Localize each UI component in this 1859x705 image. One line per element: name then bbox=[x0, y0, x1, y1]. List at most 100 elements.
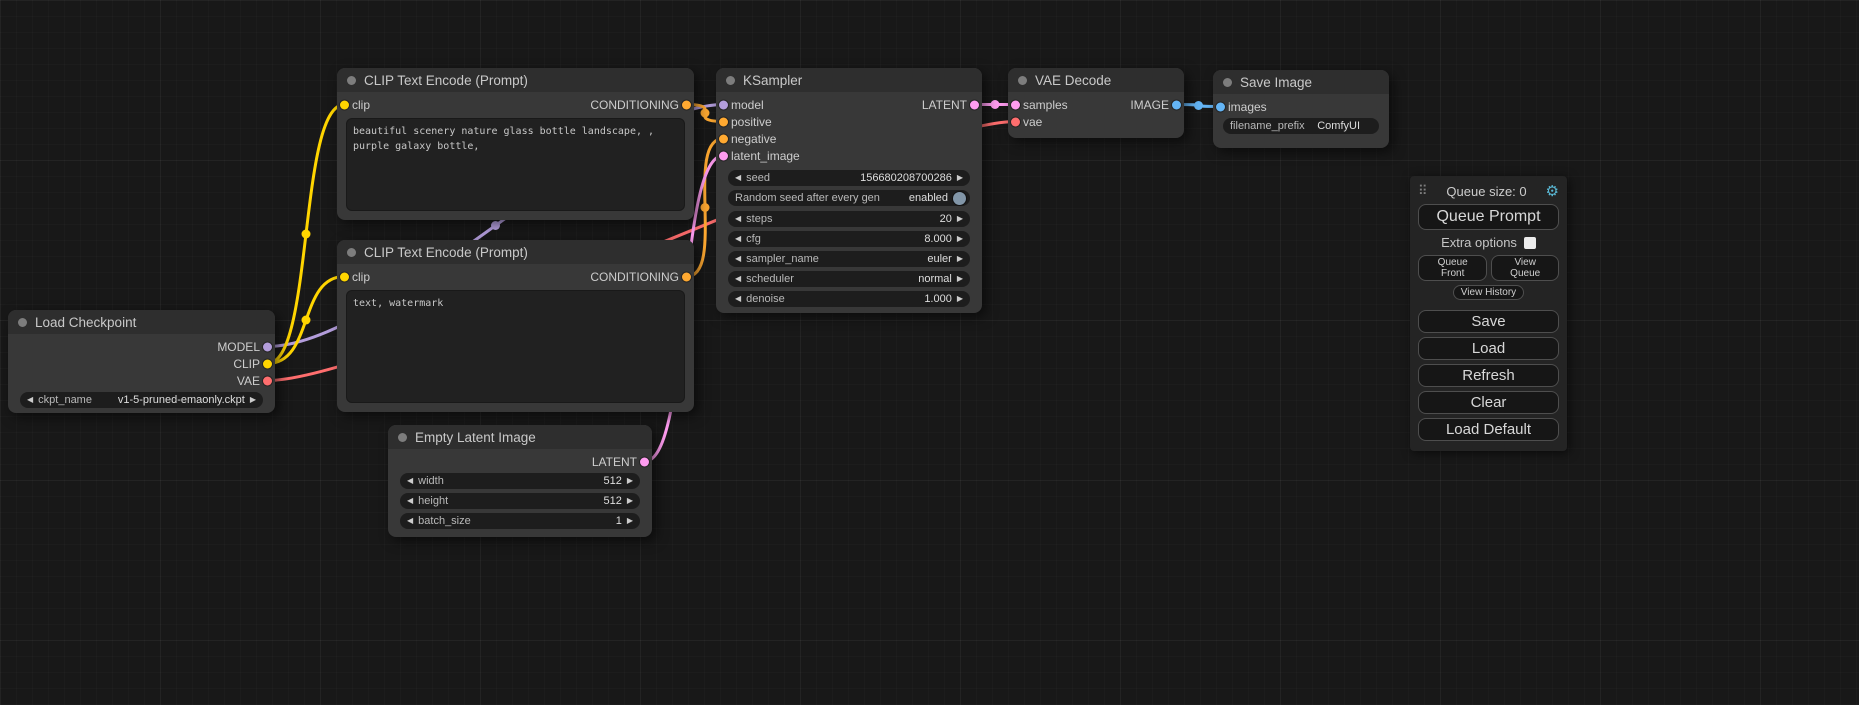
input-dot-samples[interactable] bbox=[1011, 100, 1020, 109]
decrement-arrow-icon[interactable]: ◀ bbox=[735, 295, 741, 303]
widget-value: 512 bbox=[603, 495, 621, 507]
node-status-dot-icon bbox=[347, 76, 356, 85]
output-label: VAE bbox=[237, 374, 260, 388]
widget-value: normal bbox=[918, 273, 952, 285]
clear-button[interactable]: Clear bbox=[1418, 391, 1559, 414]
widget-value: v1-5-pruned-emaonly.ckpt bbox=[118, 394, 245, 406]
increment-arrow-icon[interactable]: ▶ bbox=[957, 235, 963, 243]
input-dot-vae[interactable] bbox=[1011, 117, 1020, 126]
node-titlebar[interactable]: CLIP Text Encode (Prompt) bbox=[337, 240, 694, 264]
node-load-checkpoint[interactable]: Load Checkpoint MODEL CLIP VAE ◀ ckpt_na… bbox=[8, 310, 275, 413]
link-midpoint-dot bbox=[302, 229, 311, 238]
node-titlebar[interactable]: Load Checkpoint bbox=[8, 310, 275, 334]
output-dot-latent[interactable] bbox=[970, 100, 979, 109]
node-title: VAE Decode bbox=[1035, 73, 1111, 88]
prompt-textarea[interactable]: beautiful scenery nature glass bottle la… bbox=[346, 118, 685, 211]
node-graph-canvas[interactable]: Load Checkpoint MODEL CLIP VAE ◀ ckpt_na… bbox=[0, 0, 1859, 705]
queue-size-label: Queue size: 0 bbox=[1446, 184, 1526, 199]
node-clip-text-encode-negative[interactable]: CLIP Text Encode (Prompt) clip CONDITION… bbox=[337, 240, 694, 412]
slot-row: negative bbox=[716, 130, 982, 147]
increment-arrow-icon[interactable]: ▶ bbox=[627, 517, 633, 525]
input-dot-clip[interactable] bbox=[340, 100, 349, 109]
refresh-button[interactable]: Refresh bbox=[1418, 364, 1559, 387]
queue-front-button[interactable]: Queue Front bbox=[1418, 255, 1487, 281]
output-label: LATENT bbox=[922, 98, 967, 112]
input-dot-clip[interactable] bbox=[340, 272, 349, 281]
extra-options-checkbox[interactable] bbox=[1524, 237, 1536, 249]
widget-label: denoise bbox=[746, 293, 785, 305]
load-default-button[interactable]: Load Default bbox=[1418, 418, 1559, 441]
increment-arrow-icon[interactable]: ▶ bbox=[957, 255, 963, 263]
output-dot-model[interactable] bbox=[263, 342, 272, 351]
node-vae-decode[interactable]: VAE Decode samples IMAGE vae bbox=[1008, 68, 1184, 138]
decrement-arrow-icon[interactable]: ◀ bbox=[407, 497, 413, 505]
node-titlebar[interactable]: Empty Latent Image bbox=[388, 425, 652, 449]
input-dot-positive[interactable] bbox=[719, 117, 728, 126]
node-clip-text-encode-positive[interactable]: CLIP Text Encode (Prompt) clip CONDITION… bbox=[337, 68, 694, 220]
increment-arrow-icon[interactable]: ▶ bbox=[957, 295, 963, 303]
output-label: CLIP bbox=[233, 357, 260, 371]
widget-height[interactable]: ◀ height 512 ▶ bbox=[400, 493, 640, 509]
widget-label: filename_prefix bbox=[1230, 120, 1305, 132]
widget-steps[interactable]: ◀ steps 20 ▶ bbox=[728, 211, 970, 227]
decrement-arrow-icon[interactable]: ◀ bbox=[735, 275, 741, 283]
settings-gear-icon[interactable]: ⚙ bbox=[1546, 184, 1559, 199]
widget-filename-prefix[interactable]: filename_prefix ComfyUI bbox=[1223, 118, 1379, 134]
widget-value: 1 bbox=[616, 515, 622, 527]
node-titlebar[interactable]: CLIP Text Encode (Prompt) bbox=[337, 68, 694, 92]
output-dot-latent[interactable] bbox=[640, 457, 649, 466]
widget-sampler-name[interactable]: ◀ sampler_name euler ▶ bbox=[728, 251, 970, 267]
input-dot-negative[interactable] bbox=[719, 134, 728, 143]
toggle-knob-icon[interactable] bbox=[953, 192, 966, 205]
output-dot-clip[interactable] bbox=[263, 359, 272, 368]
save-button[interactable]: Save bbox=[1418, 310, 1559, 333]
increment-arrow-icon[interactable]: ▶ bbox=[957, 215, 963, 223]
output-dot-vae[interactable] bbox=[263, 376, 272, 385]
widget-width[interactable]: ◀ width 512 ▶ bbox=[400, 473, 640, 489]
output-dot-conditioning[interactable] bbox=[682, 100, 691, 109]
widget-label: width bbox=[418, 475, 444, 487]
decrement-arrow-icon[interactable]: ◀ bbox=[735, 215, 741, 223]
decrement-arrow-icon[interactable]: ◀ bbox=[407, 477, 413, 485]
decrement-arrow-icon[interactable]: ◀ bbox=[735, 174, 741, 182]
decrement-arrow-icon[interactable]: ◀ bbox=[735, 255, 741, 263]
widget-scheduler[interactable]: ◀ scheduler normal ▶ bbox=[728, 271, 970, 287]
input-dot-latent-image[interactable] bbox=[719, 151, 728, 160]
widget-ckpt-name[interactable]: ◀ ckpt_name v1-5-pruned-emaonly.ckpt ▶ bbox=[20, 392, 263, 408]
node-titlebar[interactable]: KSampler bbox=[716, 68, 982, 92]
decrement-arrow-icon[interactable]: ◀ bbox=[735, 235, 741, 243]
decrement-arrow-icon[interactable]: ◀ bbox=[27, 396, 33, 404]
increment-arrow-icon[interactable]: ▶ bbox=[957, 275, 963, 283]
widget-seed[interactable]: ◀ seed 156680208700286 ▶ bbox=[728, 170, 970, 186]
increment-arrow-icon[interactable]: ▶ bbox=[627, 477, 633, 485]
node-ksampler[interactable]: KSampler model LATENT positive negative … bbox=[716, 68, 982, 313]
view-queue-button[interactable]: View Queue bbox=[1491, 255, 1559, 281]
node-empty-latent-image[interactable]: Empty Latent Image LATENT ◀ width 512 ▶ … bbox=[388, 425, 652, 537]
widget-label: scheduler bbox=[746, 273, 794, 285]
increment-arrow-icon[interactable]: ▶ bbox=[627, 497, 633, 505]
input-dot-model[interactable] bbox=[719, 100, 728, 109]
input-dot-images[interactable] bbox=[1216, 102, 1225, 111]
decrement-arrow-icon[interactable]: ◀ bbox=[407, 517, 413, 525]
widget-cfg[interactable]: ◀ cfg 8.000 ▶ bbox=[728, 231, 970, 247]
input-label: clip bbox=[352, 98, 370, 112]
node-titlebar[interactable]: VAE Decode bbox=[1008, 68, 1184, 92]
output-dot-conditioning[interactable] bbox=[682, 272, 691, 281]
node-save-image[interactable]: Save Image images filename_prefix ComfyU… bbox=[1213, 70, 1389, 148]
link-midpoint-dot bbox=[491, 221, 500, 230]
widget-batch-size[interactable]: ◀ batch_size 1 ▶ bbox=[400, 513, 640, 529]
queue-prompt-button[interactable]: Queue Prompt bbox=[1418, 204, 1559, 230]
widget-random-seed-toggle[interactable]: Random seed after every gen enabled bbox=[728, 190, 970, 206]
output-dot-image[interactable] bbox=[1172, 100, 1181, 109]
drag-handle-icon[interactable]: ⠿ bbox=[1418, 183, 1428, 199]
increment-arrow-icon[interactable]: ▶ bbox=[250, 396, 256, 404]
node-titlebar[interactable]: Save Image bbox=[1213, 70, 1389, 94]
widget-denoise[interactable]: ◀ denoise 1.000 ▶ bbox=[728, 291, 970, 307]
load-button[interactable]: Load bbox=[1418, 337, 1559, 360]
widget-value: euler bbox=[927, 253, 951, 265]
view-history-button[interactable]: View History bbox=[1453, 285, 1524, 300]
slot-row: positive bbox=[716, 113, 982, 130]
increment-arrow-icon[interactable]: ▶ bbox=[957, 174, 963, 182]
prompt-textarea[interactable]: text, watermark bbox=[346, 290, 685, 403]
output-label: IMAGE bbox=[1130, 98, 1169, 112]
